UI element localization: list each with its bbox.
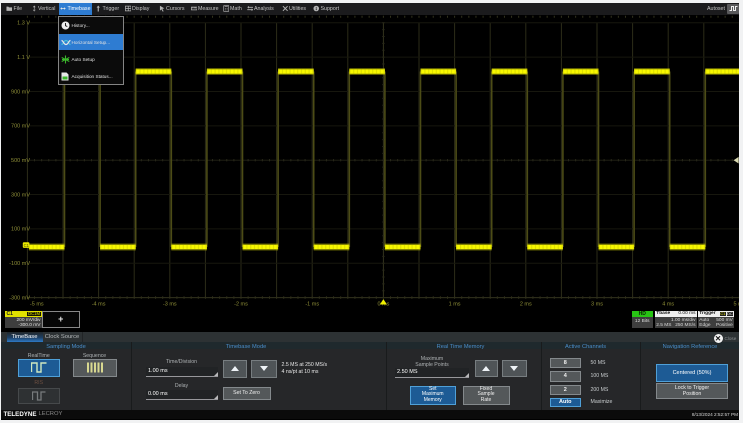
svg-text:-5 ms: -5 ms <box>30 301 44 307</box>
svg-text:500 mV: 500 mV <box>11 158 30 164</box>
svg-text:C1: C1 <box>24 242 30 247</box>
svg-text:300 mV: 300 mV <box>11 192 30 198</box>
svg-text:-300 mV: -300 mV <box>9 295 30 301</box>
svg-text:5 ms: 5 ms <box>733 301 739 307</box>
svg-text:3 ms: 3 ms <box>591 301 603 307</box>
svg-text:2 ms: 2 ms <box>520 301 532 307</box>
svg-text:1.1 V: 1.1 V <box>17 54 30 60</box>
svg-text:-4 ms: -4 ms <box>92 301 106 307</box>
svg-text:1.3 V: 1.3 V <box>17 20 30 26</box>
svg-text:900 mV: 900 mV <box>11 89 30 95</box>
svg-text:-3 ms: -3 ms <box>163 301 177 307</box>
svg-text:4 ms: 4 ms <box>662 301 674 307</box>
svg-text:-100 mV: -100 mV <box>9 261 30 267</box>
svg-text:1 ms: 1 ms <box>449 301 461 307</box>
svg-text:100 mV: 100 mV <box>11 226 30 232</box>
svg-text:-2 ms: -2 ms <box>234 301 248 307</box>
svg-text:700 mV: 700 mV <box>11 123 30 129</box>
svg-text:-1 ms: -1 ms <box>305 301 319 307</box>
